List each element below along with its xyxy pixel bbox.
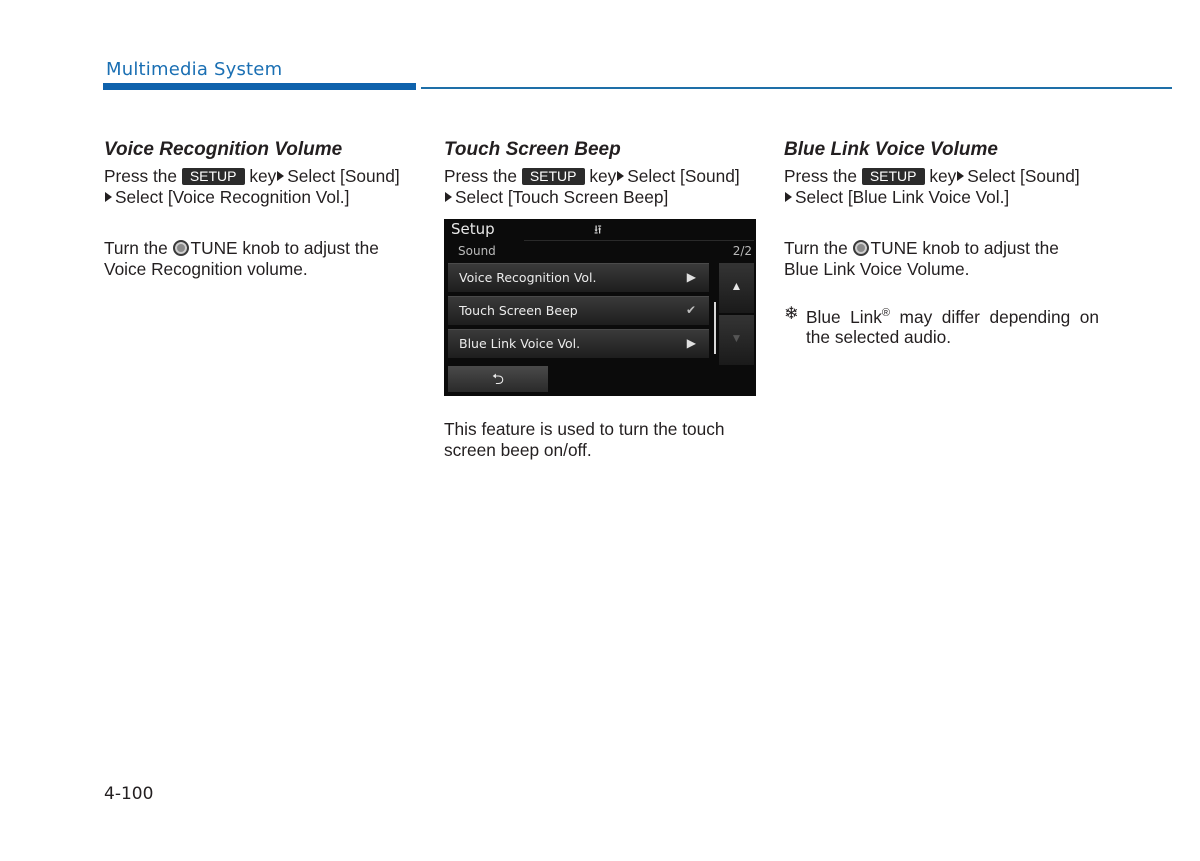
arrow-down-icon: ▼ (730, 331, 743, 345)
heading: Voice Recognition Volume (104, 139, 343, 160)
back-arrow-icon: ⮌ (491, 371, 504, 388)
setup-screen-image: Setup ⭿ Sound 2/2 Voice Recognition Vol.… (444, 219, 756, 396)
menu-item-voice-recognition-vol[interactable]: Voice Recognition Vol. ▶ (448, 263, 709, 292)
column-touch-screen-beep: Touch Screen Beep Press the SETUP key Sel… (444, 138, 759, 207)
scroll-down-button[interactable]: ▼ (719, 315, 754, 365)
text: Blue Link (806, 306, 882, 327)
instruction: Press the SETUP key Select [Sound] Select… (784, 166, 1099, 207)
menu-item-label: Touch Screen Beep (459, 303, 578, 318)
usb-icon: ⭿ (594, 223, 602, 237)
tune-instruction: Turn the TUNE knob to adjust the Voice R… (104, 238, 419, 279)
scroll-up-button[interactable]: ▲ (719, 263, 754, 313)
arrow-up-icon: ▲ (730, 279, 743, 293)
text: Press the (784, 166, 857, 186)
tune-instruction: Turn the TUNE knob to adjust the Blue Li… (784, 238, 1099, 279)
setup-key-badge: SETUP (521, 168, 585, 185)
scrollbar[interactable] (714, 302, 716, 354)
header-bar-thick (103, 83, 416, 90)
text: Press the (444, 166, 517, 186)
text: Voice Recognition volume. (104, 258, 308, 279)
checkmark-icon: ✔ (685, 303, 696, 317)
arrow-right-icon (617, 171, 625, 181)
text: Select [Sound] (627, 166, 740, 186)
text: Select [Sound] (967, 166, 1080, 186)
text: key (589, 166, 617, 186)
text: Turn the (784, 238, 848, 258)
text: TUNE knob to adjust the (870, 238, 1059, 258)
tune-knob-icon (172, 240, 189, 256)
text: Press the (104, 166, 177, 186)
divider (524, 240, 754, 241)
menu-item-label: Voice Recognition Vol. (459, 270, 597, 285)
play-arrow-icon: ▶ (686, 270, 696, 284)
text: TUNE knob to adjust the (190, 238, 379, 258)
note-asterisk-icon: ❄ (784, 303, 799, 323)
page-number: 4-100 (104, 784, 154, 804)
text: Select [Touch Screen Beep] (455, 186, 669, 207)
text: key (249, 166, 277, 186)
text: Select [Blue Link Voice Vol.] (795, 186, 1010, 207)
page-indicator: 2/2 (732, 244, 752, 258)
menu-item-blue-link-voice-vol[interactable]: Blue Link Voice Vol. ▶ (448, 329, 709, 358)
heading: Touch Screen Beep (444, 139, 621, 160)
text: Turn the (104, 238, 168, 258)
note: ❄ Blue Link® may differ depending on the… (784, 303, 1099, 348)
arrow-right-icon (957, 171, 965, 181)
column-blue-link-voice: Blue Link Voice Volume Press the SETUP k… (784, 138, 1099, 348)
setup-key-badge: SETUP (861, 168, 925, 185)
screen-subtitle: Sound (458, 244, 496, 258)
arrow-right-icon (445, 191, 452, 202)
back-button[interactable]: ⮌ (448, 366, 548, 392)
tune-knob-icon (852, 240, 869, 256)
text: Select [Voice Recognition Vol.] (115, 186, 350, 207)
instruction: Press the SETUP key Select [Sound] Select… (444, 166, 759, 207)
description-text: This feature is used to turn the touch s… (444, 419, 725, 460)
text: Blue Link Voice Volume. (784, 258, 970, 279)
screen-title: Setup (451, 220, 495, 238)
menu-item-label: Blue Link Voice Vol. (459, 336, 581, 351)
header-bar-thin (421, 87, 1172, 89)
setup-key-badge: SETUP (181, 168, 245, 185)
text: Select [Sound] (287, 166, 400, 186)
column-voice-recognition: Voice Recognition Volume Press the SETUP… (104, 138, 419, 279)
play-arrow-icon: ▶ (686, 336, 696, 350)
registered-mark: ® (881, 307, 890, 319)
menu-item-touch-screen-beep[interactable]: Touch Screen Beep ✔ (448, 296, 709, 325)
text: key (929, 166, 957, 186)
arrow-right-icon (277, 171, 285, 181)
arrow-right-icon (785, 191, 792, 202)
arrow-right-icon (105, 191, 112, 202)
touch-beep-description: This feature is used to turn the touch s… (444, 419, 759, 460)
heading: Blue Link Voice Volume (784, 139, 998, 160)
instruction: Press the SETUP key Select [Sound] Select… (104, 166, 419, 207)
note-text: Blue Link® may differ depending on the s… (806, 303, 1099, 348)
section-title: Multimedia System (106, 59, 283, 80)
